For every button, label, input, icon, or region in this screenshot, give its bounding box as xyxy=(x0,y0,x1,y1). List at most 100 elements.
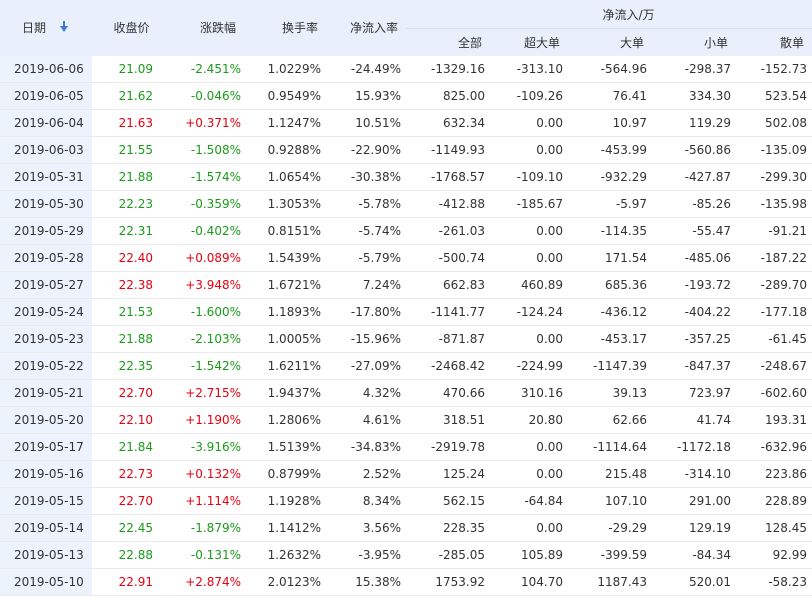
total-flow-cell: 318.51 xyxy=(406,406,490,434)
table-row[interactable]: 2019-06-04 21.63 +0.371% 1.1247% 10.51% 632.3… xyxy=(0,109,812,137)
column-header-retail[interactable]: 散单 xyxy=(736,28,812,56)
super-large-flow-cell: -109.26 xyxy=(490,82,568,110)
turnover-cell: 1.1928% xyxy=(246,487,326,515)
small-flow-cell: -193.72 xyxy=(652,271,736,299)
net-rate-cell: 3.56% xyxy=(326,514,406,542)
close-cell: 21.84 xyxy=(92,433,158,461)
retail-flow-cell: 223.86 xyxy=(736,460,812,488)
turnover-cell: 1.1412% xyxy=(246,514,326,542)
turnover-cell: 1.0654% xyxy=(246,163,326,191)
net-rate-cell: 7.24% xyxy=(326,271,406,299)
turnover-cell: 2.0123% xyxy=(246,568,326,596)
retail-flow-cell: -58.23 xyxy=(736,568,812,596)
table-row[interactable]: 2019-06-06 21.09 -2.451% 1.0229% -24.49% -132… xyxy=(0,56,812,83)
table-row[interactable]: 2019-05-22 22.35 -1.542% 1.6211% -27.09% -246… xyxy=(0,352,812,380)
retail-flow-cell: -135.09 xyxy=(736,136,812,164)
retail-flow-cell: 92.99 xyxy=(736,541,812,569)
column-header-change[interactable]: 涨跌幅 xyxy=(158,0,246,56)
column-header-close[interactable]: 收盘价 xyxy=(92,0,158,56)
net-rate-cell: -3.95% xyxy=(326,541,406,569)
table-row[interactable]: 2019-05-13 22.88 -0.131% 1.2632% -3.95% -285.… xyxy=(0,541,812,569)
close-cell: 22.10 xyxy=(92,406,158,434)
turnover-cell: 1.2806% xyxy=(246,406,326,434)
table-row[interactable]: 2019-05-15 22.70 +1.114% 1.1928% 8.34% 562.15… xyxy=(0,487,812,515)
date-cell: 2019-05-23 xyxy=(0,325,92,353)
close-cell: 21.88 xyxy=(92,163,158,191)
table-row[interactable]: 2019-05-31 21.88 -1.574% 1.0654% -30.38% -176… xyxy=(0,163,812,191)
retail-flow-cell: -248.67 xyxy=(736,352,812,380)
close-cell: 21.53 xyxy=(92,298,158,326)
large-flow-cell: 62.66 xyxy=(568,406,652,434)
table-row[interactable]: 2019-05-14 22.45 -1.879% 1.1412% 3.56% 228.35… xyxy=(0,514,812,542)
change-cell: -1.574% xyxy=(158,163,246,191)
small-flow-cell: -560.86 xyxy=(652,136,736,164)
retail-flow-cell: -61.45 xyxy=(736,325,812,353)
column-header-date[interactable]: 日期 xyxy=(0,0,92,56)
large-flow-cell: 171.54 xyxy=(568,244,652,272)
retail-flow-cell: -152.73 xyxy=(736,56,812,83)
total-flow-cell: 470.66 xyxy=(406,379,490,407)
large-flow-cell: -399.59 xyxy=(568,541,652,569)
table-header: 日期 收盘价 涨跌幅 换手率 净流入率 净流入/万 全部 超大单 大单 小单 散… xyxy=(0,0,812,56)
close-cell: 22.73 xyxy=(92,460,158,488)
total-flow-cell: -285.05 xyxy=(406,541,490,569)
total-flow-cell: 1753.92 xyxy=(406,568,490,596)
super-large-flow-cell: 0.00 xyxy=(490,514,568,542)
small-flow-cell: -55.47 xyxy=(652,217,736,245)
small-flow-cell: -427.87 xyxy=(652,163,736,191)
net-rate-cell: -5.79% xyxy=(326,244,406,272)
column-header-change-label: 涨跌幅 xyxy=(199,21,236,35)
column-header-date-label: 日期 xyxy=(22,21,47,35)
large-flow-cell: 215.48 xyxy=(568,460,652,488)
super-large-flow-cell: 0.00 xyxy=(490,433,568,461)
table-row[interactable]: 2019-05-30 22.23 -0.359% 1.3053% -5.78% -412.… xyxy=(0,190,812,218)
date-cell: 2019-05-15 xyxy=(0,487,92,515)
small-flow-cell: -84.34 xyxy=(652,541,736,569)
change-cell: +0.371% xyxy=(158,109,246,137)
total-flow-cell: -412.88 xyxy=(406,190,490,218)
sort-down-arrow-icon[interactable] xyxy=(60,20,69,32)
table-row[interactable]: 2019-05-24 21.53 -1.600% 1.1893% -17.80% -114… xyxy=(0,298,812,326)
small-flow-cell: 723.97 xyxy=(652,379,736,407)
net-rate-cell: 8.34% xyxy=(326,487,406,515)
table-row[interactable]: 2019-05-29 22.31 -0.402% 0.8151% -5.74% -261.… xyxy=(0,217,812,245)
column-header-total[interactable]: 全部 xyxy=(406,28,490,56)
date-cell: 2019-06-04 xyxy=(0,109,92,137)
date-cell: 2019-06-06 xyxy=(0,56,92,83)
column-header-turnover[interactable]: 换手率 xyxy=(246,0,326,56)
small-flow-cell: 41.74 xyxy=(652,406,736,434)
table-row[interactable]: 2019-06-05 21.62 -0.046% 0.9549% 15.93% 825.0… xyxy=(0,82,812,110)
small-flow-cell: -485.06 xyxy=(652,244,736,272)
turnover-cell: 1.5139% xyxy=(246,433,326,461)
table-row[interactable]: 2019-05-21 22.70 +2.715% 1.9437% 4.32% 470.66… xyxy=(0,379,812,407)
column-group-net-flow: 净流入/万 xyxy=(406,0,812,29)
table-row[interactable]: 2019-05-28 22.40 +0.089% 1.5439% -5.79% -500.… xyxy=(0,244,812,272)
retail-flow-cell: 193.31 xyxy=(736,406,812,434)
net-rate-cell: -34.83% xyxy=(326,433,406,461)
change-cell: -1.508% xyxy=(158,136,246,164)
column-header-small[interactable]: 小单 xyxy=(652,28,736,56)
total-flow-cell: -500.74 xyxy=(406,244,490,272)
close-cell: 21.55 xyxy=(92,136,158,164)
close-cell: 22.23 xyxy=(92,190,158,218)
column-header-net-rate[interactable]: 净流入率 xyxy=(326,0,406,56)
net-rate-cell: 4.61% xyxy=(326,406,406,434)
table-row[interactable]: 2019-06-03 21.55 -1.508% 0.9288% -22.90% -114… xyxy=(0,136,812,164)
super-large-flow-cell: 104.70 xyxy=(490,568,568,596)
close-cell: 22.91 xyxy=(92,568,158,596)
column-header-super-large[interactable]: 超大单 xyxy=(490,28,568,56)
table-row[interactable]: 2019-05-23 21.88 -2.103% 1.0005% -15.96% -871… xyxy=(0,325,812,353)
retail-flow-cell: 502.08 xyxy=(736,109,812,137)
table-row[interactable]: 2019-05-17 21.84 -3.916% 1.5139% -34.83% -291… xyxy=(0,433,812,461)
date-cell: 2019-05-30 xyxy=(0,190,92,218)
table-body: 2019-06-06 21.09 -2.451% 1.0229% -24.49% -132… xyxy=(0,56,812,596)
table-row[interactable]: 2019-05-20 22.10 +1.190% 1.2806% 4.61% 318.51… xyxy=(0,406,812,434)
large-flow-cell: 1187.43 xyxy=(568,568,652,596)
retail-flow-cell: -299.30 xyxy=(736,163,812,191)
table-row[interactable]: 2019-05-10 22.91 +2.874% 2.0123% 15.38% 1753.… xyxy=(0,568,812,596)
turnover-cell: 1.1247% xyxy=(246,109,326,137)
table-row[interactable]: 2019-05-16 22.73 +0.132% 0.8799% 2.52% 125.24… xyxy=(0,460,812,488)
column-header-large[interactable]: 大单 xyxy=(568,28,652,56)
table-row[interactable]: 2019-05-27 22.38 +3.948% 1.6721% 7.24% 662.83… xyxy=(0,271,812,299)
date-cell: 2019-06-03 xyxy=(0,136,92,164)
